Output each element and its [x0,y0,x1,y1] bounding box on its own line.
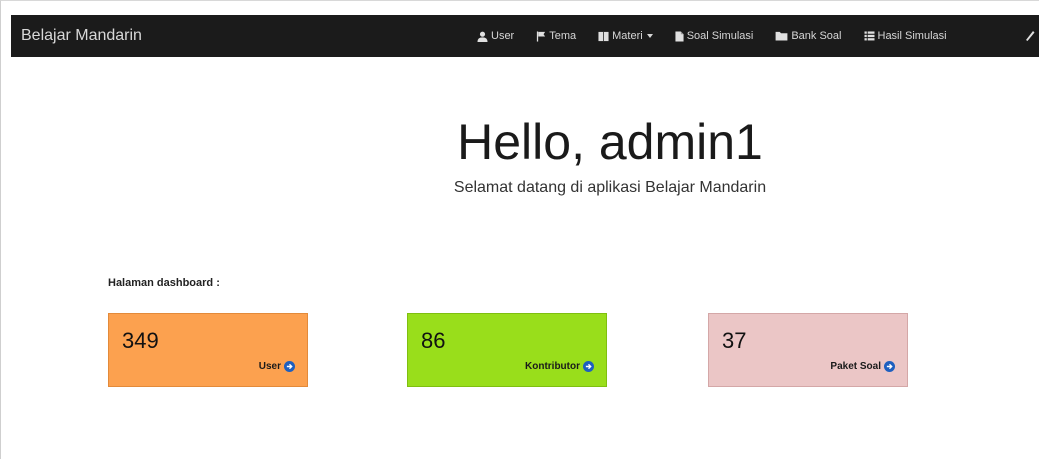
app-window: Belajar Mandarin User Tema Materi Soal S… [0,0,1039,459]
nav-item-soal-simulasi[interactable]: Soal Simulasi [675,30,754,42]
page-subtitle: Selamat datang di aplikasi Belajar Manda… [453,179,767,196]
stat-card-user: 349 User [108,313,308,387]
nav-item-user[interactable]: User [477,30,514,42]
nav-item-label: Bank Soal [791,30,842,42]
book-icon [598,31,609,41]
nav-item-label: Tema [549,30,577,42]
stat-value: 37 [722,328,747,353]
nav-item-label: Hasil Simulasi [877,30,947,42]
nav-item-label: User [491,30,515,42]
paket-soal-link[interactable]: Paket Soal [830,361,895,372]
nav-item-tema[interactable]: Tema [536,30,576,42]
nav-menu: User Tema Materi Soal Simulasi Bank Soal… [477,15,969,57]
stat-card-kontributor: 86 Kontributor [407,313,607,387]
nav-item-materi[interactable]: Materi [598,30,653,42]
user-icon [477,31,488,42]
pencil-icon[interactable] [1024,28,1036,42]
chevron-down-icon [646,34,653,38]
dashboard-label: Halaman dashboard : [108,277,220,289]
card-link-label: User [258,361,281,372]
circle-arrow-right-icon [284,361,295,372]
navbar: Belajar Mandarin User Tema Materi Soal S… [11,15,1039,57]
nav-item-label: Materi [612,30,643,42]
circle-arrow-right-icon [884,361,895,372]
kontributor-link[interactable]: Kontributor [525,361,594,372]
card-link-label: Kontributor [525,361,580,372]
nav-item-hasil-simulasi[interactable]: Hasil Simulasi [864,30,947,42]
file-icon [675,31,684,41]
page-title: Hello, admin1 [457,114,763,170]
stat-card-paket-soal: 37 Paket Soal [708,313,908,387]
flag-icon [537,30,546,42]
list-icon [864,31,874,41]
circle-arrow-right-icon [583,361,594,372]
user-link[interactable]: User [259,361,295,372]
nav-item-label: Soal Simulasi [686,30,754,42]
folder-icon [775,31,788,41]
nav-item-bank-soal[interactable]: Bank Soal [775,30,842,42]
card-link-label: Paket Soal [830,361,881,372]
stat-value: 86 [421,328,446,353]
brand-link[interactable]: Belajar Mandarin [21,27,142,45]
stat-value: 349 [122,328,159,353]
